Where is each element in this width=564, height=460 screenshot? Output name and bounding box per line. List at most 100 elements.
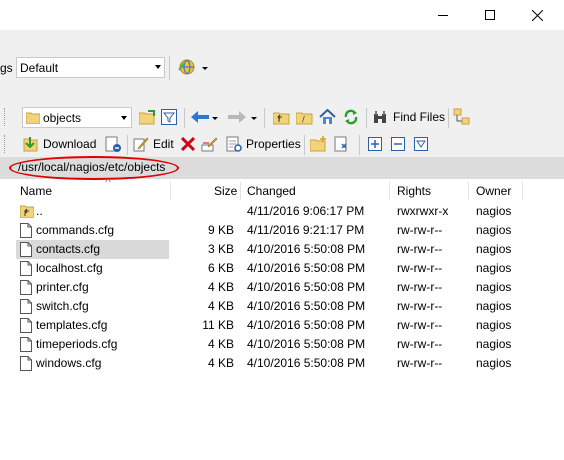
column-divider[interactable]	[389, 182, 390, 200]
toolbar-separator	[359, 135, 360, 155]
file-row[interactable]: contacts.cfg 3 KB 4/10/2016 5:50:08 PM rw-r…	[0, 240, 564, 259]
file-list[interactable]: Name ^ Size Changed Rights Owner .. 4/11/…	[0, 177, 564, 460]
refresh-icon[interactable]	[342, 108, 360, 126]
file-name-cell[interactable]: printer.cfg	[16, 278, 169, 297]
file-size: 11 KB	[202, 318, 234, 332]
file-icon	[20, 318, 32, 333]
file-rights: rw-rw-r--	[397, 280, 443, 294]
file-rights: rw-rw-r--	[397, 299, 443, 313]
back-arrow-icon[interactable]	[191, 108, 209, 126]
column-header-name[interactable]: Name ^	[20, 177, 170, 202]
chevron-down-icon	[121, 116, 127, 120]
toolbar-grip[interactable]	[4, 135, 7, 153]
toolbar-separator	[264, 108, 265, 128]
chevron-down-icon[interactable]	[202, 67, 208, 70]
file-size: 9 KB	[207, 223, 234, 237]
file-name: contacts.cfg	[36, 242, 101, 256]
navigation-toolbar: objects / Find Files	[0, 104, 564, 131]
forward-arrow-icon[interactable]	[228, 108, 246, 126]
file-size: 4 KB	[207, 299, 234, 313]
file-name-cell[interactable]: contacts.cfg	[16, 240, 169, 259]
rename-icon[interactable]	[200, 135, 218, 153]
select-all-icon[interactable]	[366, 135, 384, 153]
file-name: commands.cfg	[36, 223, 115, 237]
tree-view-icon[interactable]	[453, 108, 471, 126]
file-name-cell[interactable]: ..	[16, 202, 169, 221]
column-divider[interactable]	[522, 182, 523, 200]
column-header-rights[interactable]: Rights	[397, 180, 467, 202]
file-row[interactable]: printer.cfg 4 KB 4/10/2016 5:50:08 PM rw-rw…	[0, 278, 564, 297]
toolbar-grip[interactable]	[4, 108, 7, 126]
file-icon	[20, 223, 32, 238]
file-row[interactable]: templates.cfg 11 KB 4/10/2016 5:50:08 PM rw…	[0, 316, 564, 335]
properties-icon[interactable]	[225, 135, 243, 153]
delete-icon[interactable]	[179, 135, 197, 153]
close-icon[interactable]	[514, 0, 560, 30]
file-changed: 4/10/2016 5:50:08 PM	[247, 318, 366, 332]
column-divider[interactable]	[170, 182, 171, 200]
file-row[interactable]: .. 4/11/2016 9:06:17 PM rwxrwxr-x nagios	[0, 202, 564, 221]
file-name-cell[interactable]: timeperiods.cfg	[16, 335, 169, 354]
file-name-cell[interactable]: windows.cfg	[16, 354, 169, 373]
session-toolbar: gs Default	[0, 30, 564, 104]
maximize-icon[interactable]	[467, 0, 513, 30]
file-rights: rw-rw-r--	[397, 337, 443, 351]
filter-select-icon[interactable]	[412, 135, 430, 153]
file-name: localhost.cfg	[36, 261, 103, 275]
toolbar-separator	[127, 135, 128, 155]
sort-ascending-icon: ^	[105, 177, 112, 187]
column-divider[interactable]	[240, 182, 241, 200]
parent-directory-icon[interactable]	[272, 108, 290, 126]
file-changed: 4/10/2016 5:50:08 PM	[247, 299, 366, 313]
home-icon[interactable]	[318, 108, 336, 126]
file-owner: nagios	[476, 337, 512, 351]
file-rights: rw-rw-r--	[397, 223, 443, 237]
column-header-owner[interactable]: Owner	[476, 180, 546, 202]
file-row[interactable]: windows.cfg 4 KB 4/10/2016 5:50:08 PM rw-rw…	[0, 354, 564, 373]
file-size: 4 KB	[207, 280, 234, 294]
column-header-label: Changed	[247, 184, 296, 198]
title-bar	[0, 0, 564, 30]
file-row[interactable]: localhost.cfg 6 KB 4/10/2016 5:50:08 PM rw-…	[0, 259, 564, 278]
file-row[interactable]: commands.cfg 9 KB 4/11/2016 9:21:17 PM rw-r…	[0, 221, 564, 240]
edit-button[interactable]: Edit	[153, 137, 174, 151]
network-globe-icon[interactable]	[177, 58, 197, 76]
find-files-button[interactable]: Find Files	[393, 110, 445, 124]
file-row[interactable]: timeperiods.cfg 4 KB 4/10/2016 5:50:08 PM r…	[0, 335, 564, 354]
properties-button[interactable]: Properties	[246, 137, 301, 151]
file-name-cell[interactable]: localhost.cfg	[16, 259, 169, 278]
file-owner: nagios	[476, 318, 512, 332]
directory-value: objects	[43, 111, 82, 125]
minimize-icon[interactable]	[420, 0, 466, 30]
toolbar-separator	[366, 108, 367, 128]
chevron-down-icon	[251, 117, 257, 120]
download-icon[interactable]	[21, 135, 39, 153]
chevron-down-icon[interactable]	[212, 117, 218, 120]
download-options-icon[interactable]	[104, 135, 122, 153]
edit-icon[interactable]	[132, 135, 150, 153]
download-button[interactable]: Download	[43, 137, 96, 151]
file-owner: nagios	[476, 280, 512, 294]
session-profile-select[interactable]: Default	[16, 57, 165, 78]
directory-select[interactable]: objects	[22, 107, 132, 128]
column-divider[interactable]	[468, 182, 469, 200]
file-name-cell[interactable]: switch.cfg	[16, 297, 169, 316]
file-changed: 4/10/2016 5:50:08 PM	[247, 280, 366, 294]
file-size: 4 KB	[207, 337, 234, 351]
filter-icon[interactable]	[160, 108, 178, 126]
root-directory-icon[interactable]: /	[295, 108, 313, 126]
new-folder-icon[interactable]	[310, 135, 328, 153]
new-file-icon[interactable]	[333, 135, 351, 153]
column-header-size[interactable]: Size	[214, 180, 238, 202]
file-size: 4 KB	[207, 356, 234, 370]
deselect-all-icon[interactable]	[389, 135, 407, 153]
file-changed: 4/10/2016 5:50:08 PM	[247, 356, 366, 370]
file-row[interactable]: switch.cfg 4 KB 4/10/2016 5:50:08 PM rw-rw-…	[0, 297, 564, 316]
file-icon	[20, 242, 32, 257]
binoculars-icon[interactable]	[371, 108, 389, 126]
file-name-cell[interactable]: templates.cfg	[16, 316, 169, 335]
column-header-changed[interactable]: Changed	[247, 180, 387, 202]
open-folder-icon[interactable]	[138, 108, 156, 126]
file-changed: 4/11/2016 9:21:17 PM	[247, 223, 365, 237]
file-name-cell[interactable]: commands.cfg	[16, 221, 169, 240]
